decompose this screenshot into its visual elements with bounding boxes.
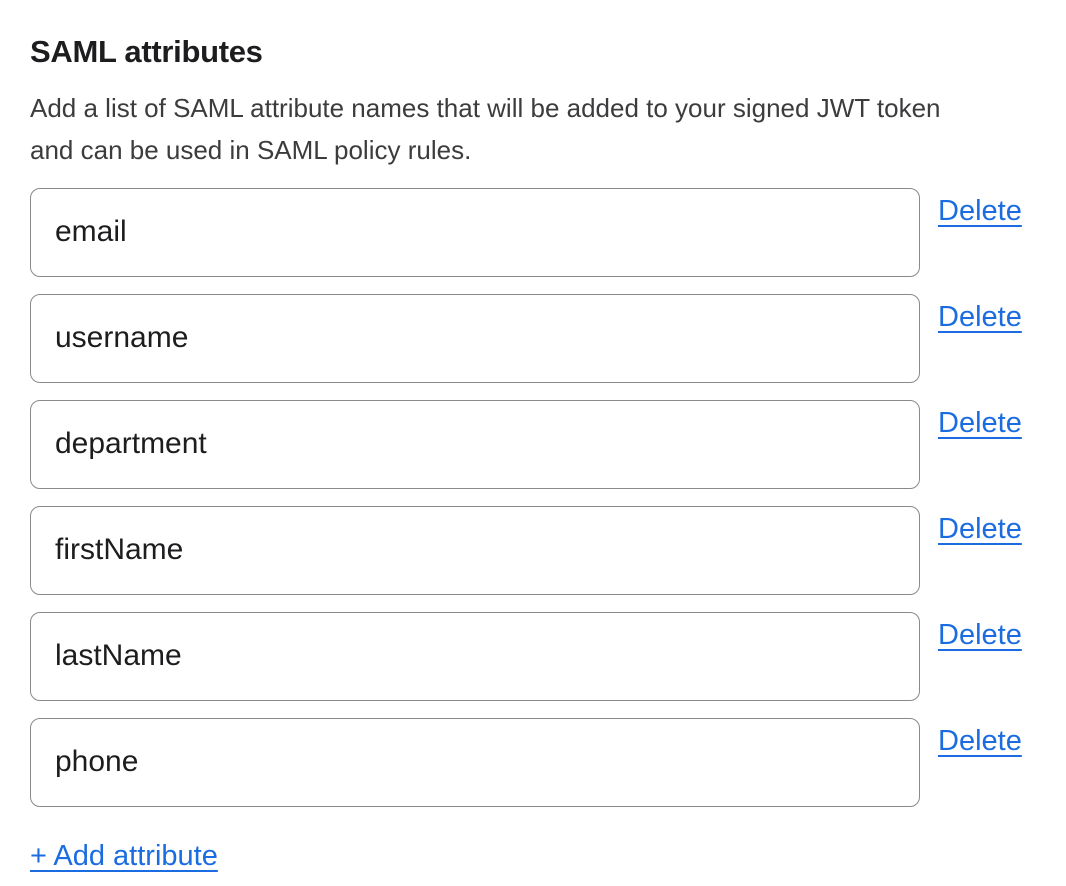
page: SAML attributes Add a list of SAML attri…: [0, 0, 1066, 886]
add-attribute-link[interactable]: + Add attribute: [30, 841, 218, 873]
delete-attribute-link[interactable]: Delete: [938, 726, 1022, 758]
attribute-row: Delete: [30, 506, 1066, 595]
delete-attribute-link[interactable]: Delete: [938, 196, 1022, 228]
delete-attribute-link[interactable]: Delete: [938, 408, 1022, 440]
attribute-name-input[interactable]: [30, 400, 920, 489]
attribute-name-input[interactable]: [30, 506, 920, 595]
attribute-row: Delete: [30, 400, 1066, 489]
section-title: SAML attributes: [30, 34, 1066, 70]
section-description-line-1: Add a list of SAML attribute names that …: [30, 87, 1066, 129]
attribute-row: Delete: [30, 612, 1066, 701]
section-description-line-2: and can be used in SAML policy rules.: [30, 129, 1066, 171]
delete-attribute-link[interactable]: Delete: [938, 302, 1022, 334]
attribute-row: Delete: [30, 294, 1066, 383]
attribute-name-input[interactable]: [30, 188, 920, 277]
attribute-row: Delete: [30, 718, 1066, 807]
saml-attributes-section: SAML attributes Add a list of SAML attri…: [0, 0, 1066, 873]
delete-attribute-link[interactable]: Delete: [938, 620, 1022, 652]
attribute-name-input[interactable]: [30, 718, 920, 807]
section-description: Add a list of SAML attribute names that …: [30, 87, 1066, 171]
delete-attribute-link[interactable]: Delete: [938, 514, 1022, 546]
attribute-name-input[interactable]: [30, 612, 920, 701]
attribute-name-input[interactable]: [30, 294, 920, 383]
attribute-row: Delete: [30, 188, 1066, 277]
attribute-list: Delete Delete Delete Delete Delete Delet…: [30, 188, 1066, 807]
